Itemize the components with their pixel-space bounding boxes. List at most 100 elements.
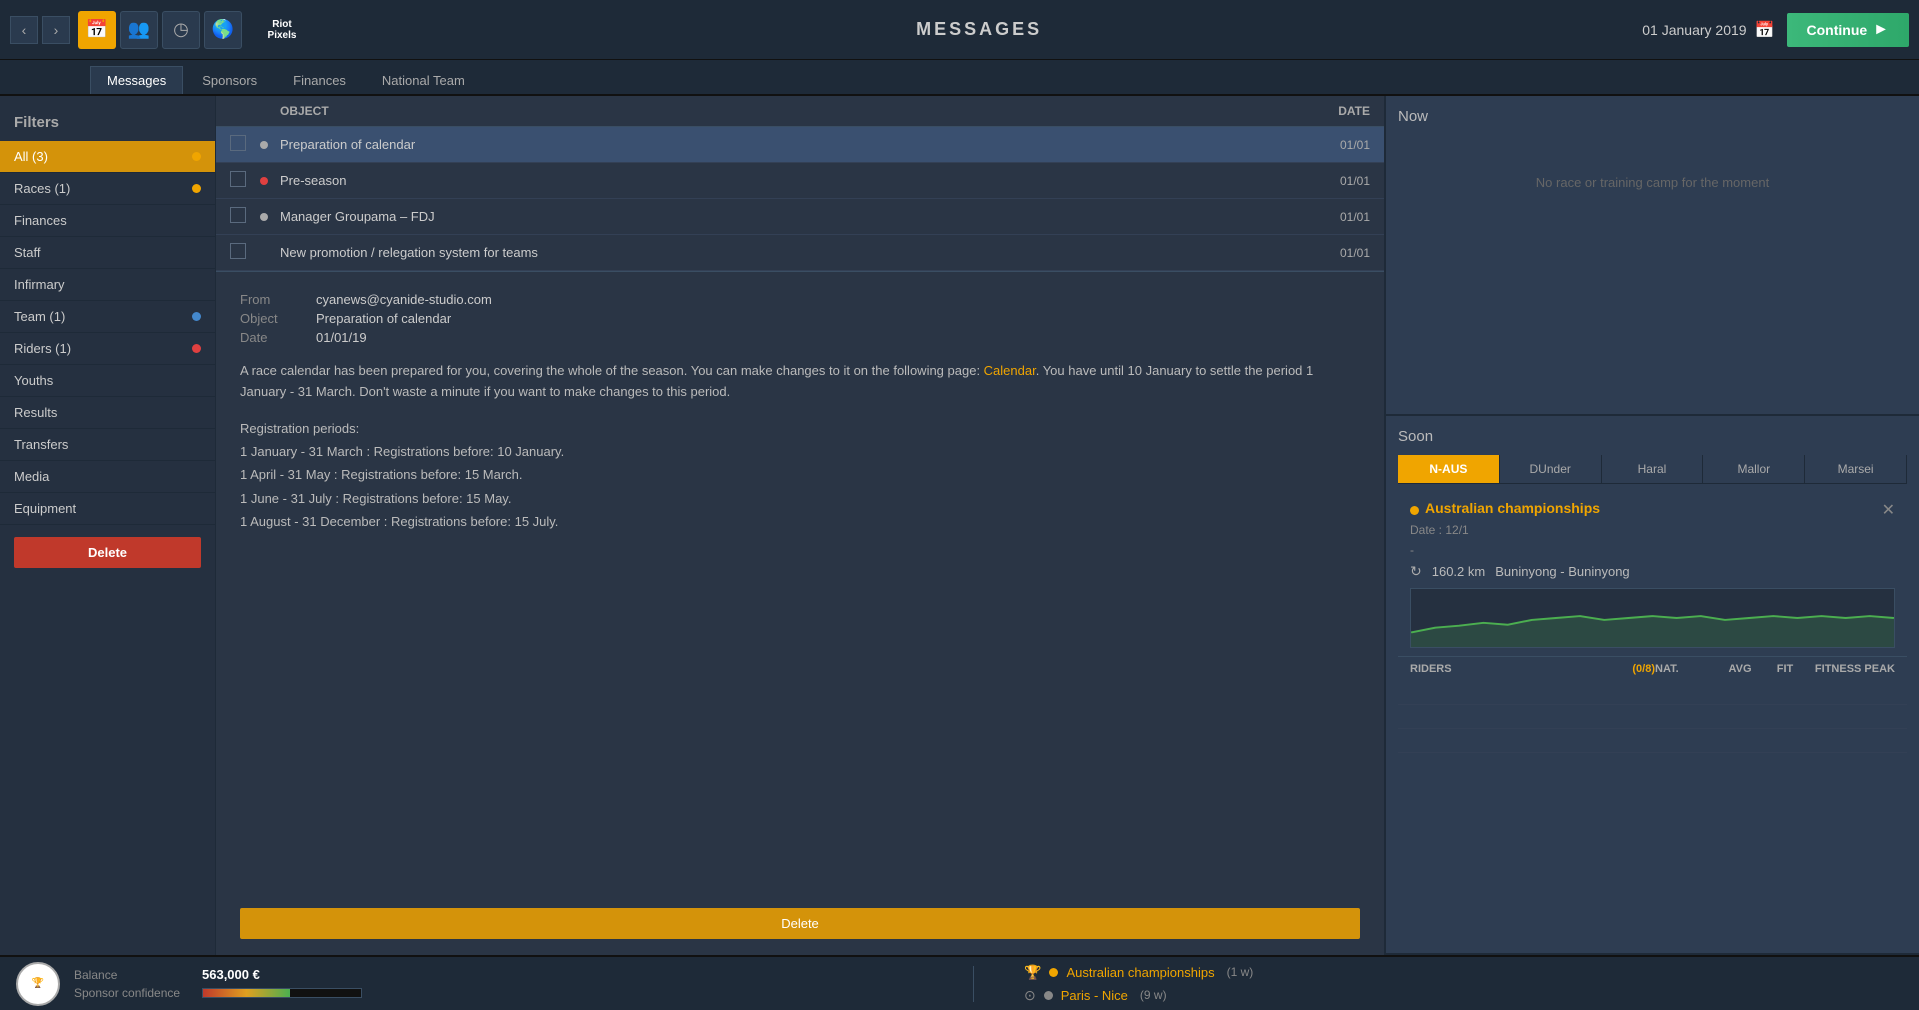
check-2[interactable]: [230, 207, 260, 226]
bottom-race-row-0: 🏆 Australian championships (1 w): [1024, 964, 1903, 981]
message-row-2[interactable]: Manager Groupama – FDJ 01/01: [216, 199, 1384, 235]
filter-transfers[interactable]: Transfers: [0, 429, 215, 461]
top-bar: ‹ › 📅 👥 ◷ 🌎 RiotPixels MESSAGES 01 Janua…: [0, 0, 1919, 60]
bottom-race-name-0: Australian championships: [1066, 965, 1214, 980]
fit-label: FIT: [1765, 663, 1805, 675]
date-area: 01 January 2019 📅: [1642, 20, 1774, 40]
continue-button[interactable]: Continue ►: [1787, 13, 1910, 47]
nav-forward-button[interactable]: ›: [42, 16, 70, 44]
balance-label: Balance: [74, 968, 194, 982]
message-delete-button[interactable]: Delete: [240, 908, 1360, 939]
period-1: 1 April - 31 May : Registrations before:…: [240, 463, 1360, 486]
filter-all-dot: [192, 152, 201, 161]
date-header: DATE: [1300, 104, 1370, 118]
race-date: Date : 12/1: [1410, 523, 1895, 537]
confidence-bar: [202, 988, 362, 998]
logo: RiotPixels: [258, 6, 306, 54]
filter-staff-label: Staff: [14, 245, 41, 260]
race-distance: 160.2 km: [1432, 564, 1485, 579]
race-name: Australian championships: [1425, 500, 1600, 516]
logo-text: RiotPixels: [268, 19, 297, 41]
msg-from-row: From cyanews@cyanide-studio.com: [240, 292, 1360, 307]
soon-tab-mallor[interactable]: Mallor: [1703, 455, 1805, 483]
race-dash: -: [1410, 543, 1895, 557]
globe-icon-button[interactable]: 🌎: [204, 11, 242, 49]
race-stats: ↻ 160.2 km Buninyong - Buninyong: [1410, 563, 1895, 580]
rider-row-2: [1398, 705, 1907, 729]
filter-races[interactable]: Races (1): [0, 173, 215, 205]
riders-header: RIDERS (0/8) NAT. AVG FIT FITNESS PEAK: [1398, 656, 1907, 681]
check-0[interactable]: [230, 135, 260, 154]
bottom-race-weeks-0: (1 w): [1227, 965, 1254, 979]
bottom-races: 🏆 Australian championships (1 w) ⊙ Paris…: [994, 964, 1903, 1004]
nav-back-button[interactable]: ‹: [10, 16, 38, 44]
bottom-race-weeks-1: (9 w): [1140, 988, 1167, 1002]
race-dot-0: [1049, 968, 1058, 977]
circle-icon-1: ⊙: [1024, 987, 1036, 1004]
object-value: Preparation of calendar: [316, 311, 451, 326]
bottom-bar: 🏆 Balance 563,000 € Sponsor confidence 🏆…: [0, 955, 1919, 1010]
elevation-chart: [1411, 589, 1894, 647]
filter-infirmary-label: Infirmary: [14, 277, 65, 292]
tab-national-team[interactable]: National Team: [365, 66, 482, 94]
filter-equipment[interactable]: Equipment: [0, 493, 215, 525]
sub-nav: Messages Sponsors Finances National Team: [0, 60, 1919, 96]
race-dot-1: [1044, 991, 1053, 1000]
message-row-1[interactable]: Pre-season 01/01: [216, 163, 1384, 199]
tab-finances[interactable]: Finances: [276, 66, 363, 94]
messages-panel: OBJECT DATE Preparation of calendar 01/0…: [215, 96, 1384, 955]
periods-title: Registration periods:: [240, 417, 1360, 440]
message-row-3[interactable]: New promotion / relegation system for te…: [216, 235, 1384, 271]
clock-icon-button[interactable]: ◷: [162, 11, 200, 49]
balance-value: 563,000 €: [202, 967, 260, 982]
object-label: Object: [240, 311, 300, 326]
filter-team[interactable]: Team (1): [0, 301, 215, 333]
users-icon-button[interactable]: 👥: [120, 11, 158, 49]
check-3[interactable]: [230, 243, 260, 262]
filter-all[interactable]: All (3): [0, 141, 215, 173]
no-event-text: No race or training camp for the moment: [1398, 135, 1907, 230]
continue-label: Continue: [1807, 22, 1868, 38]
msg-date-1: 01/01: [1300, 174, 1370, 188]
badge-icon: 🏆: [32, 978, 44, 989]
filter-youths[interactable]: Youths: [0, 365, 215, 397]
tab-messages[interactable]: Messages: [90, 66, 183, 94]
msg-date-3: 01/01: [1300, 246, 1370, 260]
dot-2: [260, 213, 280, 221]
calendar-link[interactable]: Calendar: [984, 363, 1036, 378]
filter-media[interactable]: Media: [0, 461, 215, 493]
filter-equipment-label: Equipment: [14, 501, 76, 516]
date-meta-value: 01/01/19: [316, 330, 367, 345]
message-row-0[interactable]: Preparation of calendar 01/01: [216, 127, 1384, 163]
fitness-peak-label: FITNESS PEAK: [1805, 663, 1895, 675]
msg-object-2: Manager Groupama – FDJ: [280, 209, 1300, 224]
right-panel: Now No race or training camp for the mom…: [1384, 96, 1919, 955]
msg-dot-0: [260, 141, 268, 149]
race-close-icon[interactable]: ✕: [1882, 500, 1895, 520]
bottom-race-name-1: Paris - Nice: [1061, 988, 1128, 1003]
soon-tab-marsei[interactable]: Marsei: [1805, 455, 1907, 483]
filter-finances[interactable]: Finances: [0, 205, 215, 237]
msg-date-2: 01/01: [1300, 210, 1370, 224]
briefcase-icon-button[interactable]: 📅: [78, 11, 116, 49]
soon-tab-haral[interactable]: Haral: [1602, 455, 1704, 483]
message-body: A race calendar has been prepared for yo…: [240, 361, 1360, 534]
msg-body-text: A race calendar has been prepared for yo…: [240, 361, 1360, 403]
tab-sponsors[interactable]: Sponsors: [185, 66, 274, 94]
filter-team-label: Team (1): [14, 309, 65, 324]
filter-results-label: Results: [14, 405, 57, 420]
race-route: Buninyong - Buninyong: [1495, 564, 1629, 579]
filter-infirmary[interactable]: Infirmary: [0, 269, 215, 301]
soon-tab-naus[interactable]: N-AUS: [1398, 455, 1500, 483]
filter-staff[interactable]: Staff: [0, 237, 215, 269]
calendar-icon[interactable]: 📅: [1755, 20, 1775, 40]
msg-object-1: Pre-season: [280, 173, 1300, 188]
soon-tab-dunder[interactable]: DUnder: [1500, 455, 1602, 483]
filter-results[interactable]: Results: [0, 397, 215, 429]
filter-races-label: Races (1): [14, 181, 70, 196]
msg-date-0: 01/01: [1300, 138, 1370, 152]
check-1[interactable]: [230, 171, 260, 190]
filter-riders[interactable]: Riders (1): [0, 333, 215, 365]
sidebar-delete-button[interactable]: Delete: [14, 537, 201, 568]
filter-all-label: All (3): [14, 149, 48, 164]
